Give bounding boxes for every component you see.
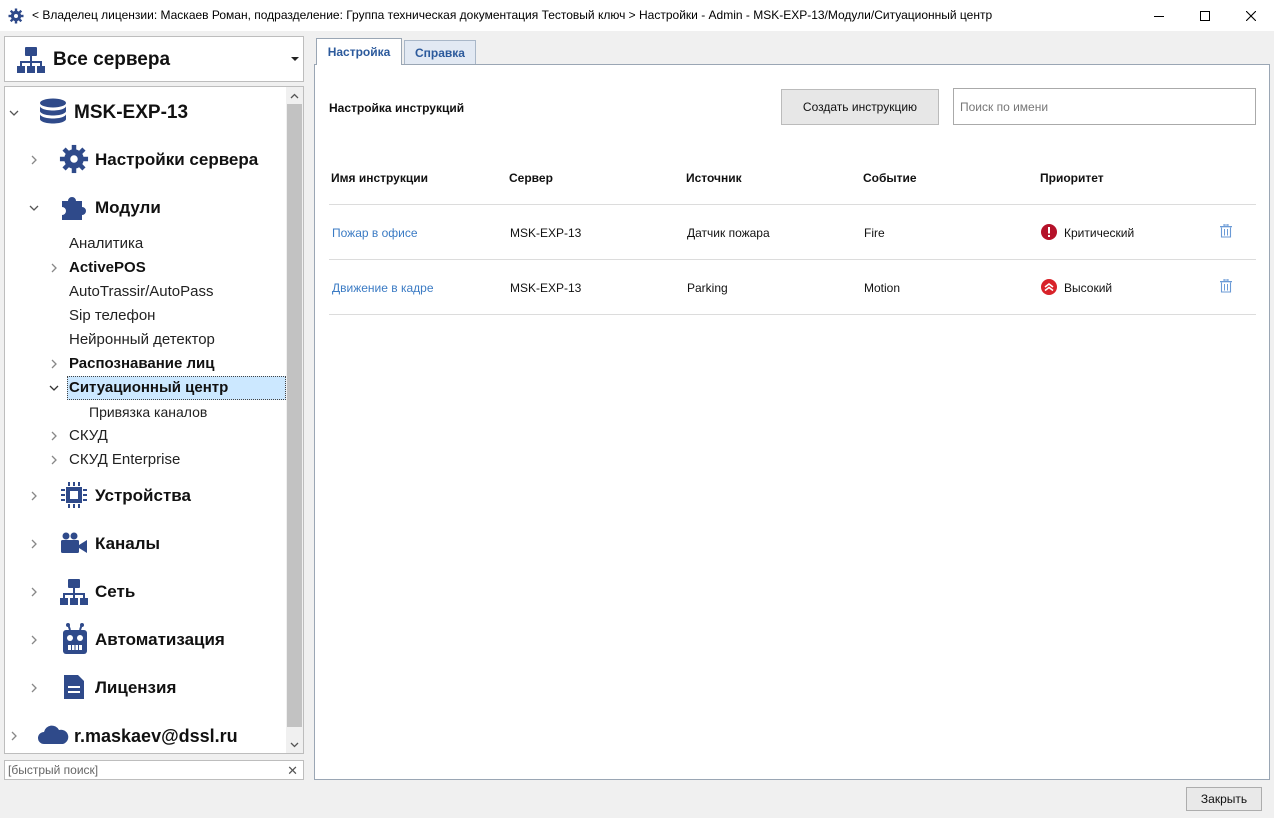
cell-event: Fire (864, 226, 885, 240)
tree-scrollbar[interactable] (286, 87, 303, 753)
tab-settings[interactable]: Настройка (316, 38, 402, 65)
gear-icon (59, 144, 89, 174)
window-title: < Владелец лицензии: Маскаев Роман, подр… (32, 8, 993, 22)
tree-item-network[interactable]: Сеть (95, 582, 135, 602)
tree-item-modules[interactable]: Модули (95, 198, 161, 218)
row-divider (329, 204, 1256, 205)
column-header-server[interactable]: Сервер (509, 171, 553, 185)
trash-icon[interactable] (1220, 224, 1232, 238)
scroll-down-icon[interactable] (286, 736, 303, 753)
robot-icon (63, 623, 87, 654)
maximize-button[interactable] (1182, 0, 1228, 31)
column-header-event[interactable]: Событие (863, 171, 917, 185)
tree-cloud-account[interactable]: r.maskaev@dssl.ru (74, 726, 238, 747)
tab-help[interactable]: Справка (404, 40, 476, 64)
chevron-right-icon[interactable] (29, 587, 39, 597)
chevrons-up-icon (1041, 279, 1057, 295)
puzzle-icon (62, 197, 86, 220)
tree-item-channel-binding[interactable]: Привязка каналов (89, 404, 207, 420)
document-icon (64, 675, 84, 699)
database-icon (40, 98, 66, 124)
tree-item-face-recognition[interactable]: Распознавание лиц (69, 355, 215, 372)
chevron-right-icon[interactable] (49, 263, 59, 273)
network-icon (17, 47, 45, 73)
quick-search[interactable]: ✕ (4, 760, 304, 780)
chevron-down-icon[interactable] (49, 383, 59, 393)
tree-item-sip-phone[interactable]: Sip телефон (69, 307, 155, 324)
tree-server-node[interactable]: MSK-EXP-13 (74, 102, 188, 124)
chip-icon (61, 482, 87, 508)
quick-search-input[interactable] (8, 762, 283, 778)
close-button[interactable]: Закрыть (1186, 787, 1262, 811)
maximize-icon (1200, 10, 1210, 21)
cell-priority: Высокий (1064, 281, 1113, 295)
chevron-right-icon[interactable] (29, 155, 39, 165)
clear-icon[interactable]: ✕ (287, 763, 298, 779)
tree-item-autotrassir[interactable]: AutoTrassir/AutoPass (69, 283, 214, 300)
row-divider (329, 314, 1256, 315)
dropdown-caret-icon[interactable] (291, 57, 299, 61)
settings-panel: Настройка инструкций Создать инструкцию … (314, 64, 1270, 780)
server-select-label: Все сервера (53, 49, 171, 70)
tree-item-neural-detector[interactable]: Нейронный детектор (69, 331, 215, 348)
search-box[interactable] (953, 88, 1256, 125)
search-input[interactable] (960, 98, 1245, 116)
cell-server: MSK-EXP-13 (510, 226, 582, 240)
scroll-up-icon[interactable] (286, 87, 303, 104)
cell-server: MSK-EXP-13 (510, 281, 582, 295)
column-header-priority[interactable]: Приоритет (1040, 171, 1104, 185)
chevron-right-icon[interactable] (29, 539, 39, 549)
tree-item-automation[interactable]: Автоматизация (95, 630, 225, 650)
scrollbar-thumb[interactable] (287, 104, 302, 727)
close-window-button[interactable] (1228, 0, 1274, 31)
cell-source: Датчик пожара (687, 226, 770, 240)
video-camera-icon (61, 532, 87, 553)
tree-item-situation-center[interactable]: Ситуационный центр (69, 379, 228, 396)
tree-item-channels[interactable]: Каналы (95, 534, 160, 554)
tree-item-devices[interactable]: Устройства (95, 486, 191, 506)
chevron-right-icon[interactable] (49, 455, 59, 465)
chevron-right-icon[interactable] (49, 431, 59, 441)
tree-item-skud[interactable]: СКУД (69, 427, 108, 444)
cell-priority: Критический (1064, 226, 1135, 240)
column-header-source[interactable]: Источник (686, 171, 742, 185)
chevron-right-icon[interactable] (29, 683, 39, 693)
exclamation-icon (1041, 224, 1057, 240)
instruction-name-link[interactable]: Движение в кадре (332, 281, 434, 295)
chevron-right-icon[interactable] (9, 731, 19, 741)
tree-item-analytics[interactable]: Аналитика (69, 235, 143, 252)
instruction-name-link[interactable]: Пожар в офисе (332, 226, 418, 240)
tree-item-server-settings[interactable]: Настройки сервера (95, 150, 258, 170)
create-instruction-button[interactable]: Создать инструкцию (781, 89, 939, 125)
chevron-right-icon[interactable] (29, 491, 39, 501)
cell-event: Motion (864, 281, 901, 295)
chevron-right-icon[interactable] (49, 359, 59, 369)
chevron-down-icon[interactable] (29, 203, 39, 213)
row-divider (329, 259, 1256, 260)
cloud-icon (38, 725, 69, 744)
server-select[interactable]: Все сервера (4, 36, 304, 82)
minimize-button[interactable] (1136, 0, 1182, 31)
close-icon (1246, 10, 1256, 21)
trash-icon[interactable] (1220, 279, 1232, 293)
tree-item-activepos[interactable]: ActivePOS (69, 259, 146, 276)
tree-item-skud-enterprise[interactable]: СКУД Enterprise (69, 451, 180, 468)
gear-icon (8, 8, 24, 24)
section-title: Настройка инструкций (329, 101, 465, 115)
column-header-name[interactable]: Имя инструкции (331, 171, 428, 185)
chevron-right-icon[interactable] (29, 635, 39, 645)
title-bar: < Владелец лицензии: Маскаев Роман, подр… (0, 0, 1274, 31)
network-icon (60, 579, 88, 605)
minimize-icon (1154, 15, 1164, 17)
navigation-tree[interactable]: MSK-EXP-13 Настройки сервера Модули Анал… (4, 86, 304, 754)
cell-source: Parking (687, 281, 728, 295)
tree-item-license[interactable]: Лицензия (95, 678, 176, 698)
chevron-down-icon[interactable] (9, 108, 19, 118)
